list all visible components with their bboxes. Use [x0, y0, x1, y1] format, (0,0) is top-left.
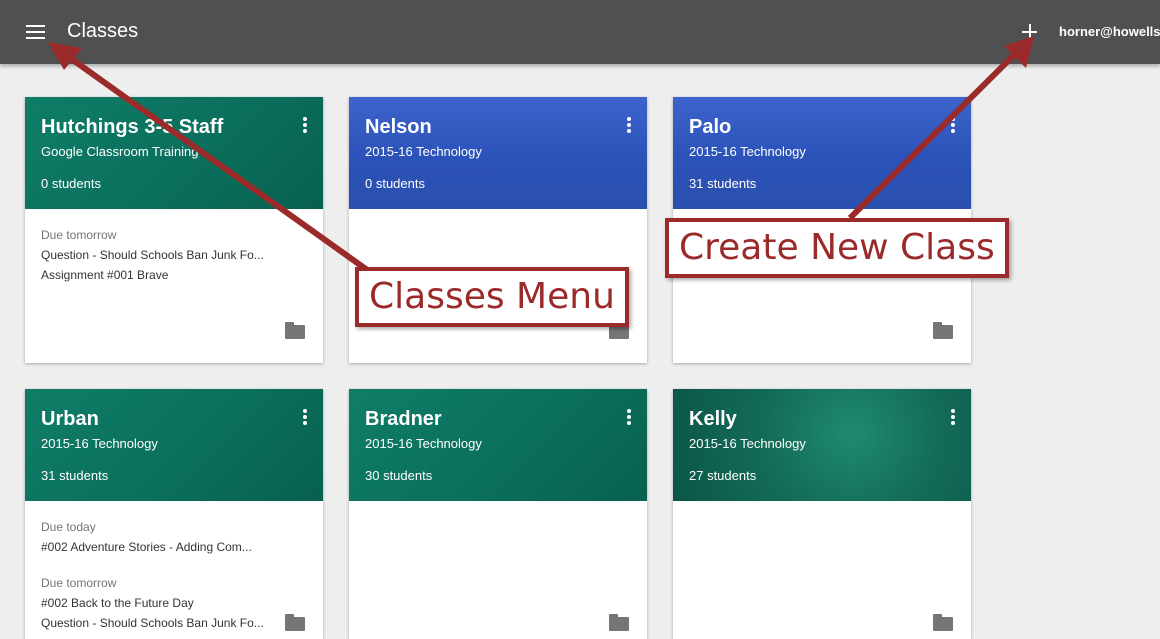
folder-icon[interactable] — [285, 322, 305, 339]
assignment-link[interactable]: Question - Should Schools Ban Junk Fo... — [41, 248, 264, 262]
class-card-hutchings[interactable]: Hutchings 3-5 Staff Google Classroom Tra… — [25, 97, 323, 363]
class-card-header[interactable]: Hutchings 3-5 Staff Google Classroom Tra… — [25, 97, 323, 209]
more-vert-icon[interactable] — [623, 409, 635, 429]
class-section: 2015-16 Technology — [41, 436, 158, 451]
class-name[interactable]: Kelly — [689, 408, 737, 431]
class-card-header[interactable]: Kelly 2015-16 Technology 27 students — [673, 389, 971, 501]
more-vert-icon[interactable] — [299, 409, 311, 429]
class-card-header[interactable]: Bradner 2015-16 Technology 30 students — [349, 389, 647, 501]
classes-menu-callout: Classes Menu — [355, 267, 629, 327]
class-name[interactable]: Bradner — [365, 408, 442, 431]
create-new-class-callout: Create New Class — [665, 218, 1009, 278]
due-label: Due today — [41, 520, 96, 534]
assignment-link[interactable]: #002 Back to the Future Day — [41, 596, 194, 610]
class-section: 2015-16 Technology — [365, 436, 482, 451]
class-name[interactable]: Urban — [41, 408, 99, 431]
folder-icon[interactable] — [609, 322, 629, 339]
class-card-kelly[interactable]: Kelly 2015-16 Technology 27 students — [673, 389, 971, 639]
student-count: 31 students — [689, 176, 757, 191]
class-section: 2015-16 Technology — [689, 144, 806, 159]
class-card-body: Due tomorrow Question - Should Schools B… — [25, 209, 323, 363]
student-count: 30 students — [365, 468, 433, 483]
class-section: 2015-16 Technology — [365, 144, 482, 159]
top-app-bar: Classes horner@howellsc — [0, 0, 1160, 64]
student-count: 0 students — [365, 176, 425, 191]
class-card-bradner[interactable]: Bradner 2015-16 Technology 30 students — [349, 389, 647, 639]
class-card-body — [673, 501, 971, 639]
more-vert-icon[interactable] — [623, 117, 635, 137]
due-label: Due tomorrow — [41, 576, 117, 590]
class-section: 2015-16 Technology — [689, 436, 806, 451]
assignment-link[interactable]: Assignment #001 Brave — [41, 268, 168, 282]
class-card-body — [349, 501, 647, 639]
class-name[interactable]: Hutchings 3-5 Staff — [41, 116, 223, 139]
more-vert-icon[interactable] — [947, 117, 959, 137]
add-icon[interactable] — [1018, 20, 1042, 44]
account-email[interactable]: horner@howellsc — [1059, 24, 1160, 39]
assignment-link[interactable]: #002 Adventure Stories - Adding Com... — [41, 540, 252, 554]
class-card-header[interactable]: Urban 2015-16 Technology 31 students — [25, 389, 323, 501]
student-count: 27 students — [689, 468, 757, 483]
more-vert-icon[interactable] — [947, 409, 959, 429]
class-card-header[interactable]: Palo 2015-16 Technology 31 students — [673, 97, 971, 209]
assignment-link[interactable]: Question - Should Schools Ban Junk Fo... — [41, 616, 264, 630]
due-label: Due tomorrow — [41, 228, 117, 242]
class-name[interactable]: Nelson — [365, 116, 432, 139]
class-name[interactable]: Palo — [689, 116, 731, 139]
class-section: Google Classroom Training — [41, 144, 199, 159]
class-card-urban[interactable]: Urban 2015-16 Technology 31 students Due… — [25, 389, 323, 639]
menu-icon[interactable] — [22, 20, 50, 44]
student-count: 0 students — [41, 176, 101, 191]
page-title: Classes — [67, 20, 139, 42]
class-card-body: Due today #002 Adventure Stories - Addin… — [25, 501, 323, 639]
class-card-header[interactable]: Nelson 2015-16 Technology 0 students — [349, 97, 647, 209]
more-vert-icon[interactable] — [299, 117, 311, 137]
folder-icon[interactable] — [933, 322, 953, 339]
student-count: 31 students — [41, 468, 109, 483]
